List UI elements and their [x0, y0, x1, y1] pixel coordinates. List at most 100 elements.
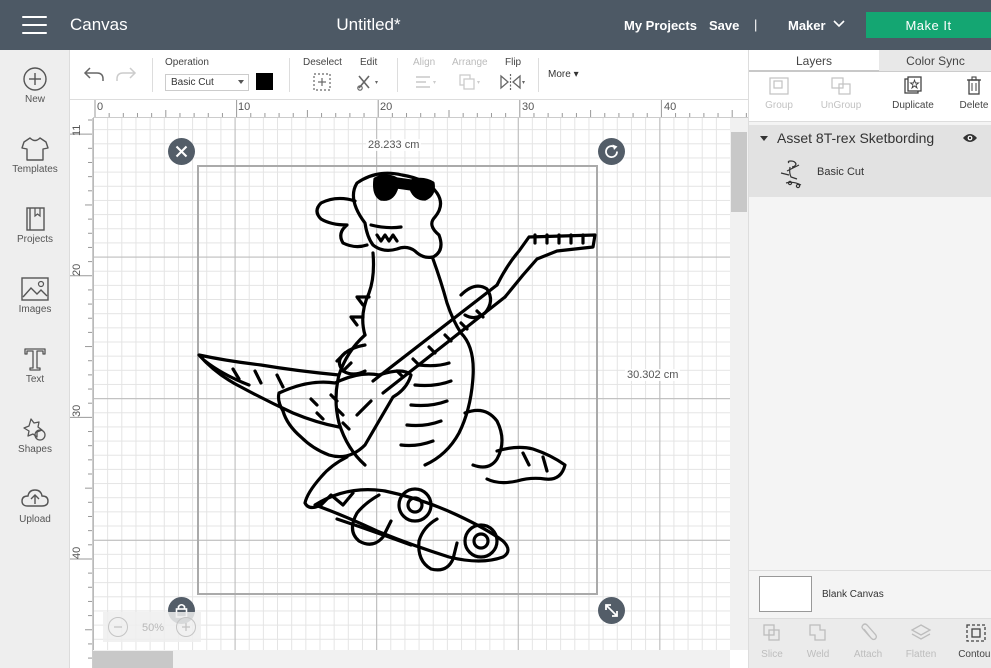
slice-icon: [763, 624, 780, 641]
attach-button: Attach: [845, 623, 891, 660]
text-t-icon: [24, 348, 46, 371]
ruler-left-number: 40: [71, 546, 83, 559]
color-swatch[interactable]: [256, 73, 273, 90]
horizontal-scrollbar-thumb[interactable]: [93, 651, 173, 668]
ruler-top-number: 30: [522, 101, 535, 113]
image-icon: [21, 277, 49, 301]
ruler-top: 0 10 20 30 40: [93, 100, 748, 118]
flatten-label: Flatten: [905, 649, 937, 660]
sidebar-item-images[interactable]: Images: [0, 276, 70, 338]
toolbar-separator: [397, 58, 398, 92]
arrange-label: Arrange: [452, 57, 488, 68]
horizontal-scrollbar[interactable]: [93, 650, 730, 668]
blank-canvas-label: Blank Canvas: [822, 589, 884, 600]
layer-thumbnail[interactable]: [777, 159, 807, 189]
sidebar-item-label: Upload: [19, 514, 51, 525]
flatten-button: Flatten: [898, 623, 944, 660]
caret-down-icon: ▾: [573, 69, 579, 80]
redo-icon: [116, 67, 137, 81]
flip-label: Flip: [505, 57, 522, 68]
save-link[interactable]: Save: [709, 18, 739, 33]
ruler-corner: [70, 100, 93, 118]
blank-canvas-swatch[interactable]: [759, 576, 812, 612]
layer-group-row[interactable]: Asset 8T-rex Sketbording Basic Cut: [749, 125, 991, 197]
make-it-button[interactable]: Make It: [866, 12, 991, 38]
flip-icon[interactable]: [498, 72, 528, 92]
trex-skateboarding-artwork[interactable]: [197, 165, 598, 595]
zoom-out-button[interactable]: [108, 617, 128, 637]
contour-label: Contour: [958, 649, 991, 660]
resize-arrows-icon: [605, 604, 618, 617]
resize-handle[interactable]: [598, 597, 625, 624]
cloud-upload-icon: [21, 489, 49, 507]
sidebar-item-text[interactable]: Text: [0, 346, 70, 408]
undo-icon[interactable]: [83, 64, 105, 84]
close-icon: [175, 145, 188, 158]
bottom-tools: Slice Weld Attach Flatten Contour: [749, 618, 991, 668]
chevron-down-icon[interactable]: [832, 17, 846, 31]
tab-color-sync[interactable]: Color Sync: [879, 50, 991, 72]
slice-label: Slice: [761, 649, 783, 660]
delete-handle[interactable]: [168, 138, 195, 165]
vertical-scrollbar-thumb[interactable]: [731, 132, 747, 212]
contour-button[interactable]: Contour: [955, 623, 991, 660]
align-icon: [416, 76, 436, 88]
edit-label: Edit: [360, 57, 378, 68]
delete-button[interactable]: Delete: [949, 76, 991, 111]
book-icon: [26, 207, 45, 231]
edit-icon[interactable]: [355, 72, 383, 92]
plus-circle-icon: [23, 67, 47, 91]
toolbar-separator: [152, 58, 153, 92]
sidebar-item-label: Projects: [16, 234, 54, 245]
zoom-level: 50%: [142, 622, 165, 634]
ruler-left-number: 20: [71, 263, 83, 276]
layer-name[interactable]: Basic Cut: [817, 166, 864, 178]
sidebar-item-label: Images: [18, 304, 52, 315]
sidebar-item-projects[interactable]: Projects: [0, 206, 70, 268]
weld-icon: [809, 624, 826, 641]
ruler-left-number: 30: [71, 404, 83, 417]
eye-icon[interactable]: [962, 132, 978, 144]
edit-toolbar: Operation Basic Cut Deselect Edit Align …: [70, 50, 748, 100]
caret-down-icon[interactable]: [760, 136, 768, 141]
layer-group-name[interactable]: Asset 8T-rex Sketbording: [777, 130, 934, 146]
sidebar-item-new[interactable]: New: [0, 66, 70, 128]
sidebar-item-templates[interactable]: Templates: [0, 136, 70, 198]
operation-select[interactable]: Basic Cut: [165, 74, 249, 91]
ruler-left-number: 11: [71, 124, 83, 136]
group-button: Group: [749, 76, 809, 111]
sidebar-item-shapes[interactable]: Shapes: [0, 416, 70, 478]
rotate-handle[interactable]: [598, 138, 625, 165]
ruler-top-number: 40: [664, 101, 677, 113]
width-dimension-label: 28.233 cm: [366, 139, 422, 151]
duplicate-button[interactable]: Duplicate: [883, 76, 943, 111]
ungroup-button: UnGroup: [811, 76, 871, 111]
more-menu-button[interactable]: More ▾: [548, 69, 579, 80]
shapes-icon: [23, 418, 46, 441]
duplicate-icon: [904, 76, 922, 94]
trash-icon: [967, 76, 981, 95]
align-label: Align: [413, 57, 436, 68]
my-projects-link[interactable]: My Projects: [624, 18, 697, 33]
plus-icon: [182, 623, 190, 631]
machine-select[interactable]: Maker: [788, 18, 826, 33]
ungroup-label: UnGroup: [820, 100, 862, 111]
duplicate-label: Duplicate: [892, 100, 934, 111]
minus-icon: [114, 626, 122, 628]
group-icon: [769, 77, 789, 95]
tab-layers[interactable]: Layers: [749, 50, 879, 72]
tshirt-icon: [21, 137, 49, 161]
top-bar: Canvas Untitled* My Projects Save | Make…: [0, 0, 991, 50]
toolbar-separator: [289, 58, 290, 92]
ruler-top-number: 0: [97, 101, 104, 113]
ruler-left-ticks: [70, 119, 92, 659]
zoom-in-button[interactable]: [176, 617, 196, 637]
zoom-control: 50%: [103, 612, 201, 642]
sidebar-item-upload[interactable]: Upload: [0, 486, 70, 548]
ruler-top-ticks: [94, 100, 747, 117]
more-label: More: [548, 69, 571, 80]
deselect-icon[interactable]: [312, 72, 332, 92]
weld-label: Weld: [806, 649, 830, 660]
sidebar-item-label: Shapes: [18, 444, 52, 455]
chevron-down-icon: [238, 80, 244, 84]
